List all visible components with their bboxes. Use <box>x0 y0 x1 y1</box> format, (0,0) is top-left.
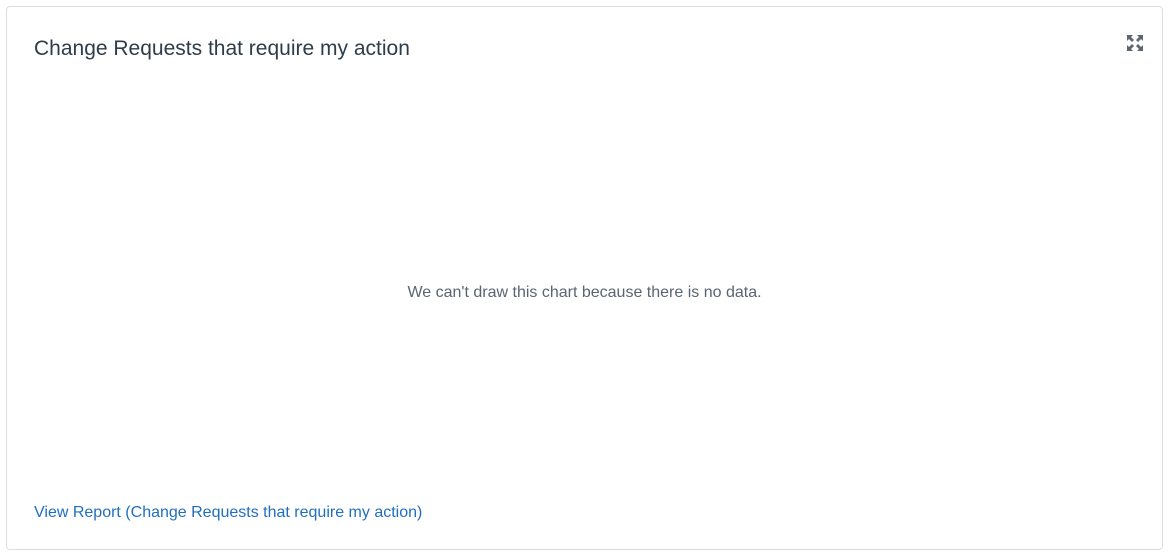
expand-icon <box>1127 35 1143 51</box>
report-widget: Change Requests that require my action W… <box>6 6 1163 550</box>
view-report-link[interactable]: View Report (Change Requests that requir… <box>34 503 422 523</box>
expand-button[interactable] <box>1126 34 1144 52</box>
widget-title: Change Requests that require my action <box>34 37 410 60</box>
no-data-message: We can't draw this chart because there i… <box>407 284 762 301</box>
